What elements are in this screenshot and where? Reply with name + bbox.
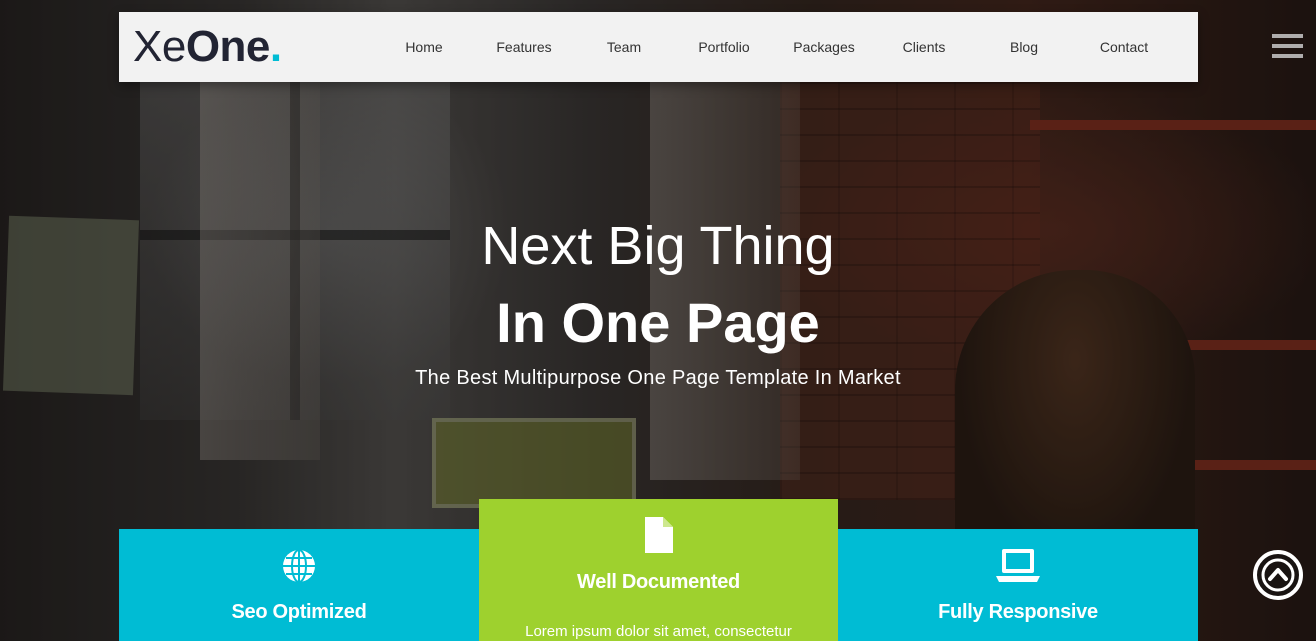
globe-icon (283, 549, 315, 583)
hamburger-icon[interactable] (1272, 34, 1303, 64)
feature-seo: Seo Optimized (119, 529, 479, 641)
feature-title: Seo Optimized (231, 601, 367, 623)
nav-packages[interactable]: Packages (774, 39, 874, 55)
chevron-up-circle-icon (1261, 558, 1295, 592)
scroll-to-top-button[interactable] (1253, 550, 1303, 600)
nav-features[interactable]: Features (474, 39, 574, 55)
hero-title-line1: Next Big Thing (481, 216, 835, 276)
logo-text-bold: One (185, 22, 271, 71)
logo-dot: . (269, 22, 282, 71)
logo[interactable]: Xe One. (133, 25, 282, 69)
nav-blog[interactable]: Blog (974, 39, 1074, 55)
nav-contact[interactable]: Contact (1074, 39, 1174, 55)
feature-responsive: Fully Responsive (838, 529, 1198, 641)
nav-clients[interactable]: Clients (874, 39, 974, 55)
logo-text-light: Xe (133, 22, 186, 71)
feature-docs: Well Documented Lorem ipsum dolor sit am… (479, 499, 838, 641)
nav-team[interactable]: Team (574, 39, 674, 55)
feature-title: Well Documented (577, 571, 740, 593)
main-menu: Home Features Team Portfolio Packages Cl… (374, 12, 1174, 82)
navbar: Xe One. Home Features Team Portfolio Pack… (119, 12, 1198, 82)
nav-home[interactable]: Home (374, 39, 474, 55)
hero-subtitle: The Best Multipurpose One Page Template … (415, 367, 901, 389)
hero-title-line2: In One Page (496, 291, 820, 354)
document-icon (644, 517, 673, 553)
laptop-icon (996, 549, 1040, 582)
feature-text: Lorem ipsum dolor sit amet, consectetur (525, 623, 792, 640)
nav-portfolio[interactable]: Portfolio (674, 39, 774, 55)
feature-title: Fully Responsive (938, 601, 1098, 623)
